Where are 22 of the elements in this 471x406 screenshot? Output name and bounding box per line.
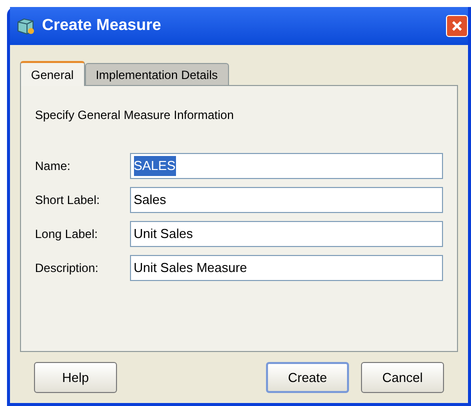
- tab[interactable]: Implementation Details: [84, 63, 229, 85]
- field-value: SALES: [134, 156, 176, 176]
- field-label: Name:: [35, 158, 72, 175]
- window-title: Create Measure: [42, 16, 162, 36]
- field-label: Short Label:: [35, 192, 101, 209]
- close-icon: [451, 20, 463, 32]
- field-label: Description:: [35, 260, 100, 277]
- text-field[interactable]: SALES: [130, 153, 443, 179]
- dialog-button[interactable]: Help: [34, 362, 117, 393]
- tab[interactable]: General: [20, 61, 85, 86]
- dialog-button[interactable]: Create: [266, 362, 349, 393]
- section-heading: Specify General Measure Information: [35, 107, 235, 124]
- cube-icon: [16, 16, 36, 36]
- dialog-button[interactable]: Cancel: [361, 362, 444, 393]
- text-field[interactable]: Unit Sales Measure: [130, 255, 443, 281]
- close-button[interactable]: [446, 15, 468, 37]
- field-label: Long Label:: [35, 226, 99, 243]
- text-field[interactable]: Unit Sales: [130, 221, 443, 247]
- text-field[interactable]: Sales: [130, 187, 443, 213]
- field-value: Unit Sales Measure: [134, 259, 248, 278]
- field-value: Unit Sales: [134, 225, 193, 244]
- field-value: Sales: [134, 191, 166, 210]
